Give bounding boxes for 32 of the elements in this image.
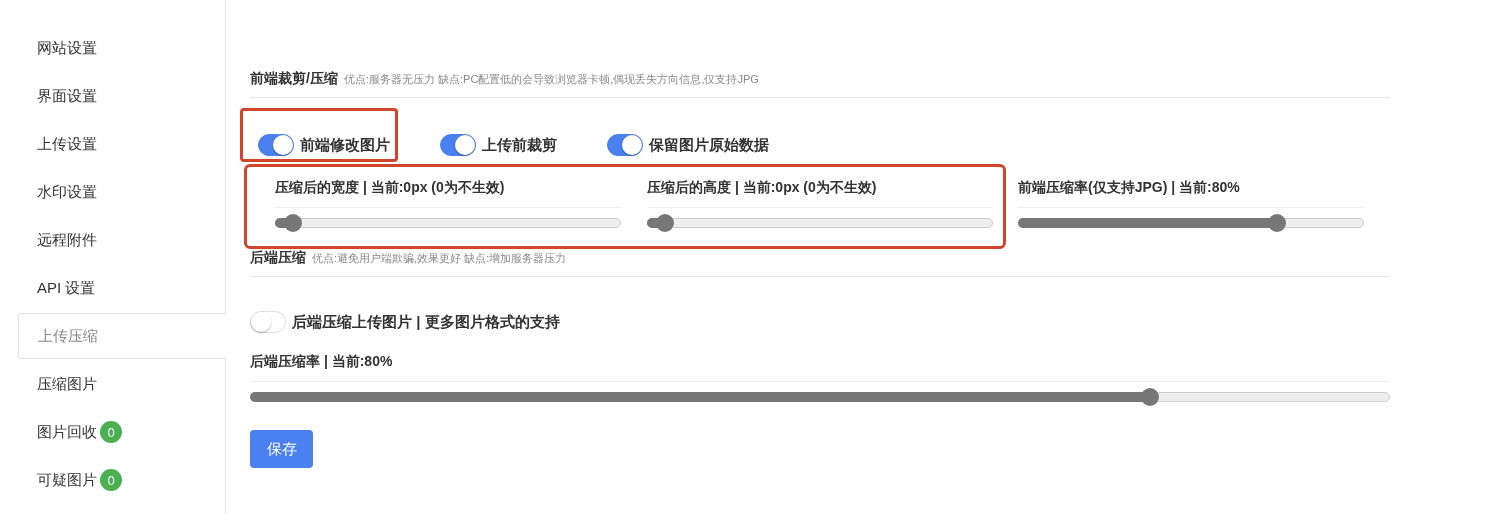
sidebar-item[interactable]: API 设置 (18, 264, 225, 312)
sidebar-item[interactable]: 远程附件 (18, 216, 225, 264)
slider-thumb[interactable] (284, 214, 303, 232)
slider-thumb[interactable] (1141, 388, 1159, 406)
sidebar-item[interactable]: 网站设置 (18, 24, 225, 72)
sidebar-item[interactable]: 图片回收 0 (18, 408, 225, 456)
slider-label: 压缩后的高度 | 当前:0px (0为不生效) (647, 179, 993, 208)
sidebar-item[interactable]: 上传设置 (18, 120, 225, 168)
section-title: 后端压缩 (250, 249, 306, 267)
sidebar-item[interactable]: 可疑图片 0 (18, 456, 225, 504)
slider-label: 压缩后的宽度 | 当前:0px (0为不生效) (275, 179, 621, 208)
slider-thumb[interactable] (656, 214, 675, 232)
count-badge: 0 (100, 421, 122, 443)
toggle-label: 后端压缩上传图片 | 更多图片格式的支持 (292, 312, 560, 332)
section-hint: 优点:服务器无压力 缺点:PC配置低的会导致浏览器卡顿,偶现丢失方向信息,仅支持JPG (343, 72, 759, 87)
toggle-switch[interactable] (607, 134, 643, 156)
slider-label: 前端压缩率(仅支持JPG) | 当前:80% (1018, 179, 1364, 208)
toggle-switch[interactable] (258, 134, 294, 156)
slider-thumb[interactable] (1268, 214, 1286, 232)
toggle-switch[interactable] (440, 134, 476, 156)
slider-label: 后端压缩率 | 当前:80% (250, 353, 1390, 382)
sidebar-item[interactable]: 上传压缩 (18, 313, 226, 359)
count-badge: 0 (100, 469, 122, 491)
save-button[interactable]: 保存 (250, 430, 313, 468)
section-hint: 优点:避免用户端欺骗,效果更好 缺点:增加服务器压力 (312, 251, 567, 266)
sidebar-item[interactable]: 压缩图片 (18, 360, 225, 408)
toggle-label: 保留图片原始数据 (649, 135, 769, 155)
sidebar-item[interactable]: 界面设置 (18, 72, 225, 120)
toggle-label: 上传前裁剪 (482, 135, 557, 155)
sidebar-item[interactable]: 水印设置 (18, 168, 225, 216)
section-title: 前端裁剪/压缩 (250, 70, 338, 88)
toggle-label: 前端修改图片 (300, 135, 390, 155)
